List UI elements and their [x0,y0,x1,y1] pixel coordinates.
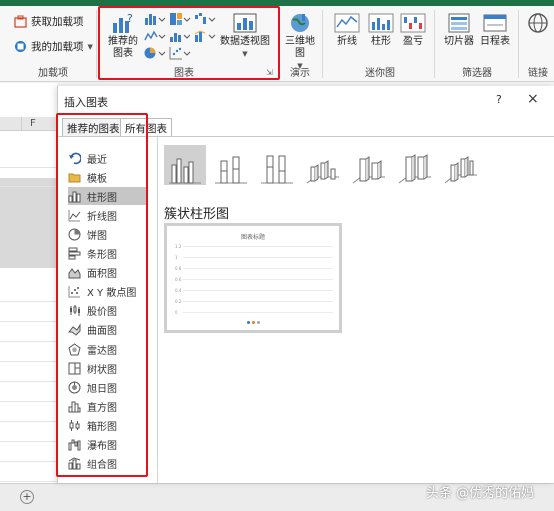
dialog-title: 插入图表 [64,96,108,109]
sparkline-winloss-label: 盈亏 [403,36,423,47]
preview-chart-title: 图表标题 [240,234,265,241]
subtype-percent-stacked-column[interactable] [256,145,298,185]
subtype-stacked-column[interactable] [210,145,252,185]
percent-stacked-column-icon [261,155,293,184]
insert-chart-dialog: 插入图表 ? × 推荐的图表 所有图表 最近 模板 柱形图 折线图 饼图 条形图 面积图 X … [56,86,554,483]
grid-row [0,463,57,482]
grid-row [0,168,57,187]
group-divider [96,10,97,78]
tours-group-label: 演示 [290,68,310,79]
chevron-down-icon: ▼ [87,42,93,51]
links-group-label: 链接 [528,68,548,79]
3d-column-icon [444,156,477,184]
grid-row [0,423,57,442]
worksheet-grid[interactable]: F [0,83,57,483]
3d-map-label-2: 图 [295,48,305,59]
addins-group-label: 加载项 [38,68,68,79]
sparkline-column-icon [368,13,394,33]
preview-gridline [183,246,333,247]
filters-group-label: 筛选器 [462,68,492,79]
sparkline-winloss-button[interactable]: 盈亏 [398,12,428,48]
chart-subtype-pane: 簇状柱形图 图表标题 1.2 1 0.8 0.6 0.4 0.2 0 [158,137,554,483]
group-divider [322,10,323,78]
sparkline-column-label: 柱形 [371,36,391,47]
grid-row [0,363,57,382]
preview-gridline [183,257,333,258]
3d-map-label-1: 三维地 [285,36,315,47]
preview-gridline [183,290,333,291]
clustered-column-icon [169,158,201,184]
preview-axis-label: 0.2 [175,299,182,304]
preview-axis-label: 1.2 [175,244,182,249]
grid-row [0,303,57,322]
get-addins-label: 获取加载项 [31,16,84,28]
grid-row [0,323,57,342]
subtype-3d-percent-stacked-column[interactable] [394,145,436,185]
3d-map-button[interactable]: 三维地 图 ▼ [284,12,316,72]
3d-stacked-column-icon [352,156,385,184]
grid-row [0,383,57,402]
sparkline-line-button[interactable]: 折线 [332,12,362,48]
grid-row [0,149,57,168]
preview-gridline [183,279,333,280]
slicer-button[interactable]: 切片器 [442,12,476,48]
get-addins-button[interactable]: 获取加载项 [14,14,84,29]
preview-axis-label: 0.6 [175,277,182,282]
subtype-3d-column[interactable] [440,145,482,185]
legend-dot [247,321,250,324]
chart-type-highlight [56,113,148,477]
column-header-divider [0,117,22,131]
selected-range[interactable] [0,178,57,268]
preview-gridline [183,301,333,302]
timeline-button[interactable]: 日程表 [478,12,512,48]
globe-link-icon [528,13,548,33]
stacked-column-icon [215,156,247,184]
sparkline-column-button[interactable]: 柱形 [366,12,396,48]
grid-row [0,443,57,462]
sparkline-line-icon [334,13,360,33]
subtype-3d-clustered-column[interactable] [302,145,344,185]
preview-axis-label: 0.8 [175,266,182,271]
3d-clustered-column-icon [306,160,339,184]
timeline-label: 日程表 [480,36,510,47]
sparkline-winloss-icon [400,13,426,33]
preview-gridline [183,268,333,269]
preview-axis-label: 0 [175,310,178,315]
chart-preview[interactable]: 图表标题 1.2 1 0.8 0.6 0.4 0.2 0 [164,223,342,333]
group-divider [518,10,519,78]
add-sheet-icon[interactable]: + [20,490,34,504]
charts-group-highlight [98,6,280,80]
store-icon [14,15,27,28]
my-addins-label: 我的加载项 [31,41,84,53]
link-button[interactable] [524,12,552,36]
globe-icon [291,14,309,32]
help-icon[interactable]: ? [496,93,502,106]
column-header-f[interactable]: F [30,118,36,129]
my-addins-button[interactable]: 我的加载项 ▼ [14,39,93,54]
watermark: 头条 @优秀的佑妈 [426,486,535,501]
preview-axis-label: 0.4 [175,288,182,293]
grid-row [0,343,57,362]
subtype-title: 簇状柱形图 [164,207,230,222]
grid-row [0,283,57,302]
3d-percent-stacked-column-icon [398,154,431,184]
sparkline-line-label: 折线 [337,36,357,47]
subtype-3d-stacked-column[interactable] [348,145,390,185]
legend-dot [252,321,255,324]
ribbon: 获取加载项 我的加载项 ▼ 加载项 ? 推荐的 图表 数据透视图 ▼ 图表 ⇲ … [0,6,554,82]
group-divider [434,10,435,78]
slicer-label: 切片器 [444,36,474,47]
timeline-icon [483,14,507,32]
legend-dot [257,321,260,324]
addins-icon [15,41,26,52]
preview-axis-label: 1 [175,255,178,260]
grid-row [0,403,57,422]
slicer-icon [448,13,470,33]
preview-gridline [183,312,333,313]
subtype-clustered-column[interactable] [164,145,206,185]
sparklines-group-label: 迷你图 [365,68,395,79]
close-icon[interactable]: × [527,91,539,107]
